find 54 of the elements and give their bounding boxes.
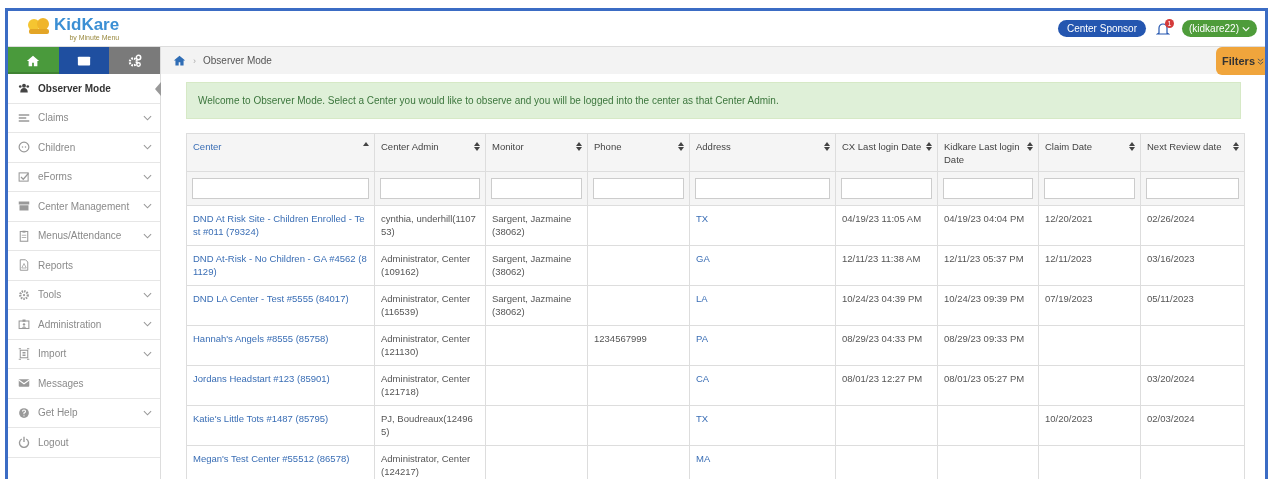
table-cell-text: 08/29/23 04:33 PM — [842, 332, 924, 345]
sidebar-item[interactable]: Reports — [8, 251, 160, 281]
sidebar-item[interactable]: eForms — [8, 162, 160, 192]
table-cell-text: 10/20/2023 — [1045, 412, 1094, 425]
table-cell-text: Sargent, Jazmaine (38062) — [492, 252, 573, 278]
table-cell-text: Sargent, Jazmaine (38062) — [492, 212, 573, 238]
table-cell-text: Administrator, Center (124217) — [381, 452, 472, 478]
sidebar-item[interactable]: Logout — [8, 428, 160, 458]
sidebar-item[interactable]: Get Help — [8, 398, 160, 428]
sidebar-item[interactable]: Import — [8, 339, 160, 369]
table-cell-text: 03/16/2023 — [1147, 252, 1196, 265]
table-cell-text: 02/03/2024 — [1147, 412, 1196, 425]
table-cell-text: 12/20/2021 — [1045, 212, 1094, 225]
table-cell-text: 12/11/2023 — [1045, 252, 1093, 265]
column-header[interactable]: Center — [193, 140, 222, 165]
table-cell-text: 10/24/23 09:39 PM — [944, 292, 1026, 305]
column-header[interactable]: Address — [696, 140, 731, 165]
role-button[interactable]: Center Sponsor — [1057, 20, 1146, 37]
table-cell-text: cynthia, underhill(110753) — [381, 212, 477, 238]
table-cell-text: 03/20/2024 — [1147, 372, 1196, 385]
breadcrumb-separator: › — [193, 55, 196, 66]
table-cell-text: 08/01/23 05:27 PM — [944, 372, 1026, 385]
table-cell-text: 12/11/23 05:37 PM — [944, 252, 1025, 265]
table-cell-text: 02/26/2024 — [1147, 212, 1196, 225]
table-cell-text: 05/11/2023 — [1147, 292, 1195, 305]
table-cell-text: 1234567999 — [594, 332, 648, 345]
table-cell-text: Administrator, Center (116539) — [381, 292, 472, 318]
table-cell-text: 04/19/23 11:05 AM — [842, 212, 923, 225]
welcome-alert: Welcome to Observer Mode. Select a Center you would like to observe and you will be logged into the center as that Center Admin. — [186, 82, 1241, 119]
sidebar-item[interactable]: Tools — [8, 280, 160, 310]
column-header[interactable]: Phone — [594, 140, 622, 165]
table-cell-text: Sargent, Jazmaine (38062) — [492, 292, 573, 318]
table-cell-text: 12/11/23 11:38 AM — [842, 252, 922, 265]
table-cell-text: 10/24/23 04:39 PM — [842, 292, 924, 305]
sidebar-item[interactable]: Children — [8, 133, 160, 163]
table-cell-text: 07/19/2023 — [1045, 292, 1094, 305]
sidebar-item[interactable]: Messages — [8, 369, 160, 399]
sidebar-item[interactable]: Administration — [8, 310, 160, 340]
sidebar-item[interactable]: Observer Mode — [8, 74, 160, 104]
breadcrumb-current: Observer Mode — [203, 55, 272, 66]
sidebar-item[interactable]: Claims — [8, 103, 160, 133]
column-header[interactable]: Monitor — [492, 140, 524, 165]
sidebar-item[interactable]: Center Management — [8, 192, 160, 222]
table-cell-text: 04/19/23 04:04 PM — [944, 212, 1026, 225]
logo-text: KidKare — [54, 15, 120, 34]
table-cell-text: 08/01/23 12:27 PM — [842, 372, 924, 385]
table-cell-text: Administrator, Center (109162) — [381, 252, 472, 278]
user-menu-button[interactable]: (kidkare22) — [1181, 20, 1257, 37]
table-cell-text: Administrator, Center (121130) — [381, 332, 472, 358]
table-cell-text: 08/29/23 09:33 PM — [944, 332, 1026, 345]
filters-tab[interactable]: Filters — [1216, 47, 1265, 75]
table-cell-text: PJ, Boudreaux(124965) — [381, 412, 474, 438]
table-cell-text: Administrator, Center (121718) — [381, 372, 472, 398]
sidebar-item[interactable]: Menus/Attendance — [8, 221, 160, 251]
